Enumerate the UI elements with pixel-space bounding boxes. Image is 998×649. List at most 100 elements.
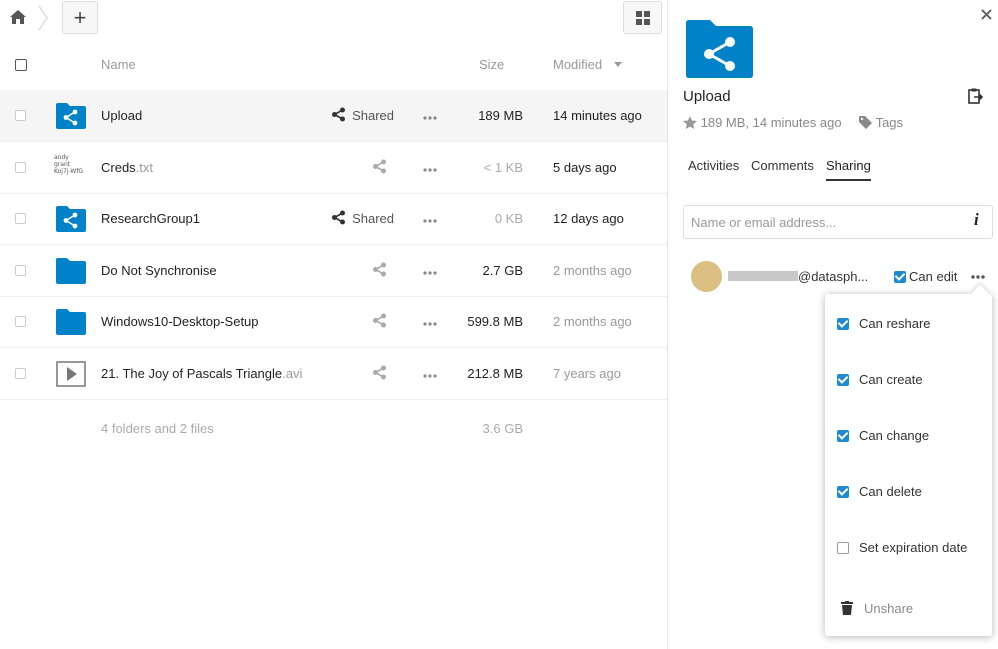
row-checkbox[interactable] [15, 161, 26, 173]
permission-checkbox[interactable] [837, 486, 849, 498]
tab-sharing[interactable]: Sharing [826, 158, 871, 181]
text-file-thumbnail: andy grant Koj7j-WfG [54, 154, 84, 180]
trash-icon [841, 601, 853, 615]
tags-label: Tags [875, 115, 904, 130]
select-all-checkbox[interactable] [15, 59, 27, 71]
unshare-label: Unshare [864, 601, 914, 616]
file-basename: Do Not Synchronise [101, 262, 217, 278]
share-options-more-icon[interactable] [971, 275, 985, 279]
share-recipient-email: @datasph... [798, 269, 869, 284]
permission-checkbox[interactable] [837, 542, 849, 554]
summary-total-size: 3.6 GB [482, 421, 523, 436]
share-icon [373, 313, 386, 328]
share-button[interactable]: Shared [331, 107, 394, 123]
file-name[interactable]: Creds.txt [101, 160, 153, 175]
tab-activities[interactable]: Activities [688, 158, 739, 179]
file-name[interactable]: Upload [101, 108, 142, 123]
grid-view-button[interactable] [623, 1, 662, 34]
menu-item[interactable]: Can delete [837, 484, 922, 499]
file-size: 2.7 GB [482, 262, 523, 278]
close-icon[interactable] [981, 9, 992, 20]
sidebar-file-title: Upload [683, 88, 731, 105]
file-size: 189 MB [478, 108, 523, 123]
menu-item[interactable]: Can create [837, 372, 923, 387]
more-actions-button[interactable] [423, 108, 437, 123]
table-row[interactable]: Upload Shared 189 MB 14 minutes ago [0, 90, 667, 142]
menu-item-label: Set expiration date [859, 540, 968, 555]
tags-button[interactable]: Tags [859, 115, 903, 130]
file-modified: 12 days ago [553, 211, 624, 227]
row-checkbox[interactable] [15, 368, 26, 379]
shared-folder-icon [56, 103, 86, 129]
table-row[interactable]: ResearchGroup1 Shared 0 KB 12 days ago [0, 193, 667, 246]
unshare-button[interactable]: Unshare [841, 601, 913, 616]
file-basename: 21. The Joy of Pascals Triangle [101, 366, 283, 381]
more-actions-icon [423, 322, 437, 326]
share-button[interactable] [372, 313, 393, 329]
row-checkbox[interactable] [15, 213, 26, 225]
file-modified: 5 days ago [553, 159, 617, 175]
table-row[interactable]: andy grant Koj7j-WfG Creds.txt < 1 KB 5 day… [0, 142, 667, 194]
folder-icon [56, 309, 86, 336]
file-name[interactable]: Windows10-Desktop-Setup [101, 314, 259, 329]
tab-comments[interactable]: Comments [751, 158, 814, 179]
info-icon[interactable]: i [974, 210, 979, 230]
menu-item[interactable]: Can reshare [837, 316, 931, 331]
file-size: 599.8 MB [467, 314, 523, 330]
shared-folder-icon [56, 206, 86, 233]
file-extension: .avi [282, 366, 303, 381]
can-edit-label: Can edit [909, 269, 958, 284]
home-icon[interactable] [9, 9, 27, 25]
more-actions-button[interactable] [423, 160, 437, 175]
summary-count: 4 folders and 2 files [101, 421, 214, 436]
share-button[interactable]: Shared [331, 210, 394, 226]
new-file-button[interactable]: + [62, 1, 98, 34]
permission-checkbox[interactable] [837, 318, 849, 330]
column-modified[interactable]: Modified [553, 57, 622, 72]
table-row[interactable]: Do Not Synchronise 2.7 GB 2 months ago [0, 245, 667, 297]
share-button[interactable] [372, 262, 393, 278]
table-row[interactable]: 21. The Joy of Pascals Triangle.avi 212.8… [0, 348, 667, 400]
more-actions-button[interactable] [423, 263, 437, 278]
top-toolbar: + [0, 0, 667, 40]
table-row[interactable]: Windows10-Desktop-Setup 599.8 MB 2 months … [0, 296, 667, 349]
file-basename: Windows10-Desktop-Setup [101, 314, 259, 330]
star-icon[interactable] [683, 116, 697, 129]
file-basename: Creds [101, 159, 136, 175]
column-size[interactable]: Size [479, 57, 504, 72]
file-name[interactable]: 21. The Joy of Pascals Triangle.avi [101, 366, 302, 381]
column-name[interactable]: Name [101, 57, 136, 72]
row-checkbox[interactable] [15, 110, 26, 121]
menu-item-label: Can create [859, 372, 923, 387]
more-actions-button[interactable] [423, 366, 437, 381]
file-basename: ResearchGroup1 [101, 211, 200, 227]
file-name[interactable]: Do Not Synchronise [101, 263, 217, 278]
grid-view-icon [636, 11, 650, 25]
more-actions-button[interactable] [423, 314, 437, 329]
can-edit-toggle[interactable]: Can edit [894, 269, 957, 284]
can-edit-checkbox[interactable] [894, 271, 906, 283]
file-size: 212.8 MB [467, 366, 523, 381]
more-actions-button[interactable] [423, 211, 437, 226]
row-checkbox[interactable] [15, 316, 26, 328]
row-checkbox[interactable] [15, 264, 26, 276]
permission-checkbox[interactable] [837, 374, 849, 386]
share-icon [373, 159, 386, 174]
sort-descending-icon [613, 62, 622, 67]
share-icon [373, 365, 386, 380]
share-button[interactable] [372, 159, 393, 175]
menu-item[interactable]: Set expiration date [837, 540, 967, 555]
permission-checkbox[interactable] [837, 430, 849, 442]
file-name[interactable]: ResearchGroup1 [101, 211, 200, 226]
avatar [691, 261, 722, 292]
tag-icon [859, 116, 873, 129]
clipboard-icon[interactable] [968, 88, 983, 104]
share-with-input[interactable] [683, 205, 993, 239]
menu-item[interactable]: Can change [837, 428, 929, 443]
sidebar-file-meta: 189 MB, 14 minutes ago Tags [683, 115, 903, 130]
menu-item-label: Can change [859, 428, 930, 443]
share-permissions-menu: Can reshare Can create Can change Can delet… [825, 294, 992, 636]
share-button[interactable] [372, 365, 393, 381]
shared-folder-large-icon [686, 20, 753, 78]
file-modified: 14 minutes ago [553, 108, 642, 123]
